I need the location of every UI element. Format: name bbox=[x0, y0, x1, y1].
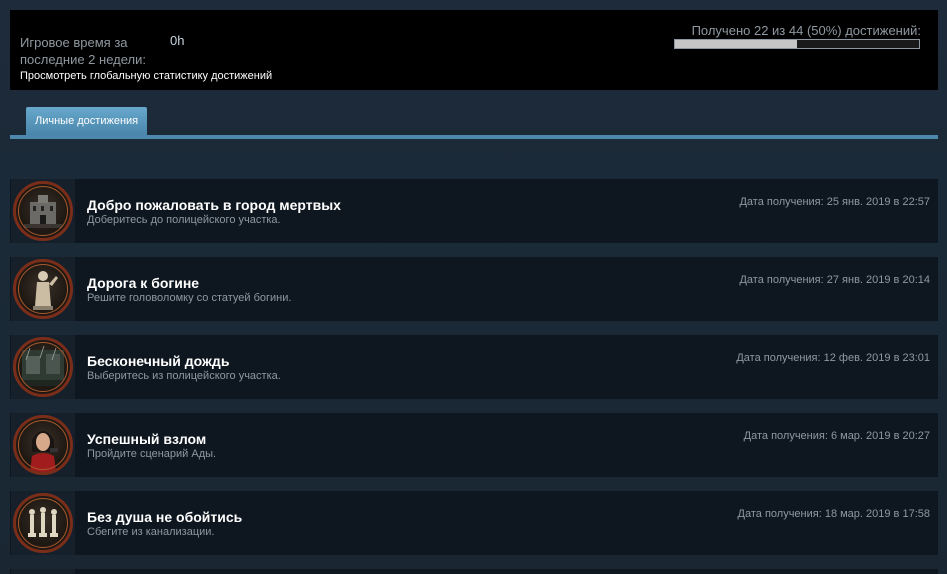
tab-personal-achievements[interactable]: Личные достижения bbox=[26, 107, 148, 135]
global-stats-link[interactable]: Просмотреть глобальную статистику достиж… bbox=[20, 70, 272, 82]
achievement-row: Без душа не обойтись Сбегите из канализа… bbox=[10, 491, 938, 555]
achievement-row: Добро пожаловать в город мертвых Доберит… bbox=[10, 179, 938, 243]
playtime-label: Игровое время за последние 2 недели: bbox=[20, 35, 146, 67]
achievement-row: Успешный взлом Пройдите сценарий Ады. Да… bbox=[10, 413, 938, 477]
goddess-statue-icon bbox=[13, 259, 73, 319]
progress-bar bbox=[674, 39, 920, 49]
achievement-list: Добро пожаловать в город мертвых Доберит… bbox=[10, 179, 938, 574]
achievement-row: Бесконечный дождь Выберитесь из полицейс… bbox=[10, 335, 938, 399]
progress-text: Получено 22 из 44 (50%) достижений: bbox=[691, 23, 921, 38]
achievement-icon-frame bbox=[11, 335, 75, 399]
achievements-page: Игровое время за последние 2 недели: 0h … bbox=[0, 0, 947, 574]
achievement-description: Решите головоломку со статуей богини. bbox=[87, 292, 292, 304]
achievement-description: Сбегите из канализации. bbox=[87, 526, 215, 538]
achievement-row-partial bbox=[10, 569, 938, 574]
achievement-title: Успешный взлом bbox=[87, 431, 207, 447]
progress-fill bbox=[675, 40, 797, 48]
achievement-icon-frame bbox=[11, 413, 75, 477]
achievement-title: Бесконечный дождь bbox=[87, 353, 230, 369]
achievement-date: Дата получения: 25 янв. 2019 в 22:57 bbox=[739, 196, 930, 208]
achievement-description: Доберитесь до полицейского участка. bbox=[87, 214, 281, 226]
achievement-title: Дорога к богине bbox=[87, 275, 200, 291]
achievement-icon-frame bbox=[11, 179, 75, 243]
chess-plugs-icon bbox=[13, 493, 73, 553]
playtime-value: 0h bbox=[170, 33, 185, 48]
achievement-title: Без душа не обойтись bbox=[87, 509, 243, 525]
stats-panel: Игровое время за последние 2 недели: 0h … bbox=[10, 10, 938, 90]
achievement-icon-frame bbox=[11, 569, 75, 574]
tab-underline bbox=[10, 135, 938, 139]
achievement-date: Дата получения: 18 мар. 2019 в 17:58 bbox=[737, 508, 930, 520]
achievement-description: Выберитесь из полицейского участка. bbox=[87, 370, 281, 382]
achievement-date: Дата получения: 27 янв. 2019 в 20:14 bbox=[739, 274, 930, 286]
achievement-description: Пройдите сценарий Ады. bbox=[87, 448, 217, 460]
achievement-date: Дата получения: 12 фев. 2019 в 23:01 bbox=[736, 352, 930, 364]
achievement-icon-frame bbox=[11, 491, 75, 555]
achievement-row: Дорога к богине Решите головоломку со ст… bbox=[10, 257, 938, 321]
rainy-courtyard-icon bbox=[13, 337, 73, 397]
achievement-title: Добро пожаловать в город мертвых bbox=[87, 197, 341, 213]
achievement-date: Дата получения: 6 мар. 2019 в 20:27 bbox=[743, 430, 930, 442]
police-station-icon bbox=[13, 181, 73, 241]
ada-portrait-icon bbox=[13, 415, 73, 475]
achievement-icon-frame bbox=[11, 257, 75, 321]
